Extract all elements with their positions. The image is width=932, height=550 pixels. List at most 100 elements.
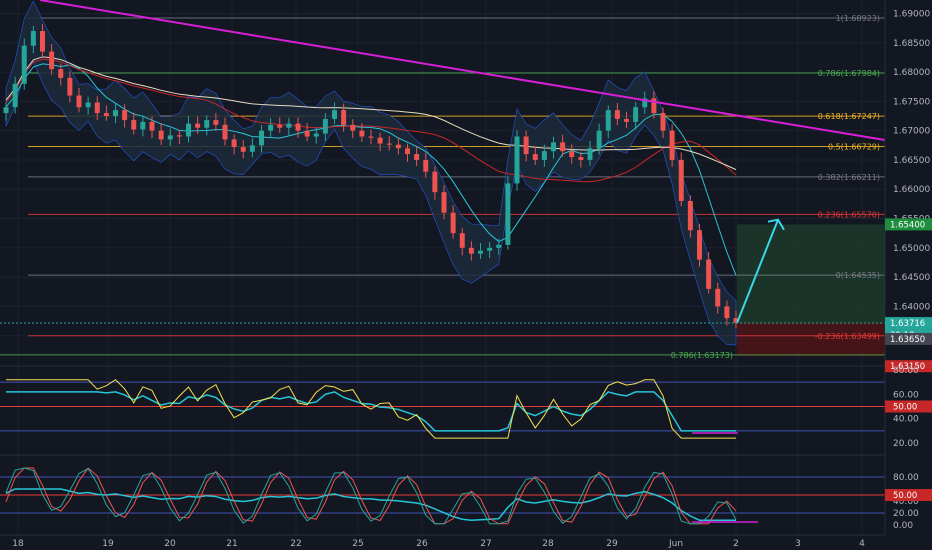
candle-body: [313, 133, 319, 137]
time-tick-label: 2: [733, 539, 739, 549]
rsi-tick-label: 40.00: [893, 415, 919, 425]
time-tick-label: 22: [290, 539, 301, 549]
candle-body: [468, 247, 474, 254]
candle-body: [377, 137, 383, 144]
candle-body: [350, 124, 356, 131]
candle-body: [40, 31, 45, 52]
candle-body: [532, 154, 538, 160]
candle-body: [295, 123, 301, 131]
candle-body: [304, 130, 310, 137]
candle-body: [614, 110, 620, 119]
candle-body: [131, 120, 137, 130]
candle-body: [523, 136, 529, 155]
candle-body: [268, 124, 274, 131]
candle-body: [167, 135, 173, 140]
time-tick-label: 25: [352, 539, 363, 549]
time-tick-label: 3: [795, 539, 801, 549]
time-tick-label: 19: [102, 539, 114, 549]
candle-body: [186, 123, 191, 137]
fib-label: 0.786(1.67984): [818, 69, 880, 78]
candle-body: [21, 45, 27, 84]
candle-body: [368, 136, 374, 138]
stoch-level-tag: 50.00: [893, 491, 917, 501]
fib-label: 0.382(1.66211): [818, 173, 880, 182]
fib-label: 1(1.68923): [836, 14, 880, 23]
candle-body: [49, 51, 55, 70]
price-tick-label: 1.66000: [893, 185, 930, 195]
candle-body: [94, 102, 100, 114]
rsi-tick-label: 60.00: [893, 390, 919, 400]
candle-body: [724, 306, 730, 319]
candle-body: [505, 183, 511, 245]
rsi-tick-label: 20.00: [893, 439, 919, 449]
candle-body: [423, 159, 429, 172]
candle-body: [58, 69, 64, 78]
candle-body: [122, 110, 128, 121]
price-tick-label: 1.67500: [893, 97, 930, 107]
candle-body: [624, 118, 629, 122]
candle-body: [687, 200, 693, 231]
candle-body: [596, 130, 602, 149]
price-axis[interactable]: 1.69000 1.68500 1.68000 1.67500 1.67000 1.665…: [884, 0, 932, 550]
time-tick-label: 4: [859, 539, 865, 549]
candle-body: [578, 157, 584, 160]
candle-body: [496, 244, 502, 248]
candle-body: [633, 107, 639, 122]
time-tick-label: 29: [606, 539, 618, 549]
candle-body: [176, 135, 182, 137]
trading-chart[interactable]: 1(1.68923) 0.786(1.67984) 0.618(1.67247) 0.…: [0, 0, 932, 550]
candle-body: [222, 124, 228, 140]
candle-body: [30, 31, 36, 46]
candle-body: [660, 113, 666, 131]
stoch-tick-label: 20.00: [893, 509, 919, 519]
entry-price-tag: 1.63650: [890, 335, 925, 345]
candle-body: [240, 147, 246, 152]
price-tick-label: 1.67000: [893, 127, 930, 137]
candle-body: [551, 142, 556, 152]
time-tick-label: 26: [416, 539, 428, 549]
fib-label: 0.5(1.66729): [828, 143, 880, 152]
stoch-tick-label: 80.00: [893, 473, 919, 483]
candle-body: [67, 77, 73, 96]
candle-body: [113, 110, 118, 117]
fib-label: 0.786(1.63173): [671, 351, 733, 360]
candle-body: [359, 130, 365, 137]
candle-body: [487, 247, 493, 251]
candle-body: [450, 212, 456, 234]
time-axis[interactable]: 18 19 20 21 22 25 26 27 28 29 Jun 2 3 4: [0, 534, 885, 550]
price-tick-label: 1.68500: [893, 39, 930, 49]
candle-body: [341, 110, 347, 125]
candle-body: [560, 142, 566, 152]
fib-label: 0.618(1.67247): [818, 112, 880, 121]
price-tick-label: 1.65000: [893, 244, 930, 254]
candle-body: [541, 151, 547, 160]
candle-body: [386, 143, 392, 145]
candle-body: [669, 130, 675, 160]
stoch-tick-label: 0.00: [893, 521, 913, 531]
candle-body: [697, 230, 702, 260]
candle-body: [678, 159, 684, 201]
price-tick-label: 1.68000: [893, 68, 930, 78]
time-tick-label: 20: [164, 539, 176, 549]
candle-body: [149, 121, 155, 131]
candle-body: [85, 102, 91, 108]
price-tick-label: 1.69000: [893, 9, 930, 19]
candle-body: [103, 113, 109, 117]
candle-body: [195, 123, 201, 128]
candle-body: [432, 171, 438, 193]
rsi-level-tag: 50.00: [893, 403, 917, 413]
candle-body: [3, 107, 9, 114]
candle-body: [478, 250, 483, 254]
candle-body: [322, 118, 328, 134]
time-tick-label: Jun: [668, 539, 683, 549]
candle-body: [414, 154, 420, 160]
rsi-tick-label: 80.00: [893, 366, 919, 376]
candle-body: [332, 110, 337, 119]
time-tick-label: 18: [12, 539, 24, 549]
fib-label: 0(1.64535): [836, 271, 880, 280]
candle-body: [459, 233, 465, 248]
fib-label: 0.236(1.65570): [818, 210, 880, 219]
target-price-tag: 1.65400: [890, 220, 925, 230]
candle-body: [12, 83, 18, 108]
candle-body: [213, 120, 219, 125]
